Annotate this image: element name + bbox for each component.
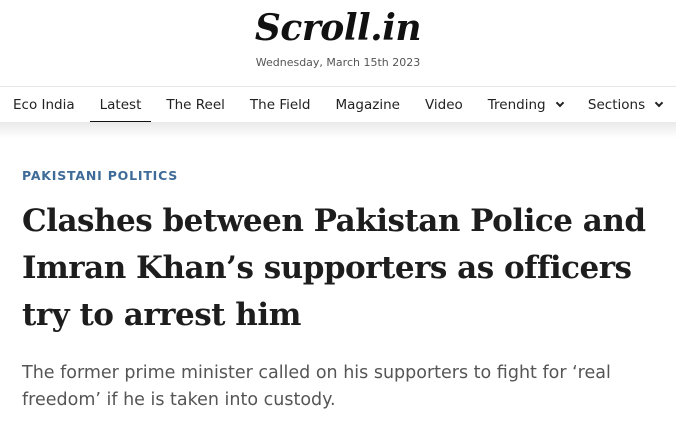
nav-item-label: The Reel <box>166 96 225 113</box>
article-headline: Clashes between Pakistan Police and Imra… <box>22 203 646 333</box>
header-divider <box>0 122 676 138</box>
nav-item-label: Trending <box>487 96 546 113</box>
chevron-down-icon <box>555 98 565 107</box>
masthead: Scroll.in Wednesday, March 15th 2023 <box>0 0 676 86</box>
nav-item-label: Sections <box>587 96 646 113</box>
nav-item-magazine[interactable]: Magazine <box>335 87 399 123</box>
nav-item-label: Magazine <box>335 96 400 113</box>
article-category[interactable]: PAKISTANI POLITICS <box>22 168 178 184</box>
page: Scroll.in Wednesday, March 15th 2023 Eco… <box>0 0 676 428</box>
site-logo[interactable]: Scroll.in <box>0 6 676 50</box>
chevron-down-icon <box>655 98 664 107</box>
nav-item-trending[interactable]: Trending <box>487 87 565 123</box>
current-date: Wednesday, March 15th 2023 <box>255 56 421 69</box>
nav-item-the-field[interactable]: The Field <box>250 87 311 123</box>
nav-item-latest[interactable]: Latest <box>89 87 152 123</box>
nav-item-sections[interactable]: Sections <box>587 87 664 123</box>
nav-item-label: The Field <box>249 96 311 113</box>
nav-item-label: Latest <box>99 96 142 113</box>
nav-item-the-reel[interactable]: The Reel <box>166 87 225 123</box>
article-standfirst: The former prime minister called on his … <box>22 363 611 410</box>
nav-item-label: Eco India <box>13 96 75 113</box>
nav-item-eco-india[interactable]: Eco India <box>13 87 75 123</box>
main-nav: Eco India Latest The Reel The Field Maga… <box>0 86 676 123</box>
nav-item-label: Video <box>424 96 463 113</box>
nav-item-video[interactable]: Video <box>425 87 463 123</box>
